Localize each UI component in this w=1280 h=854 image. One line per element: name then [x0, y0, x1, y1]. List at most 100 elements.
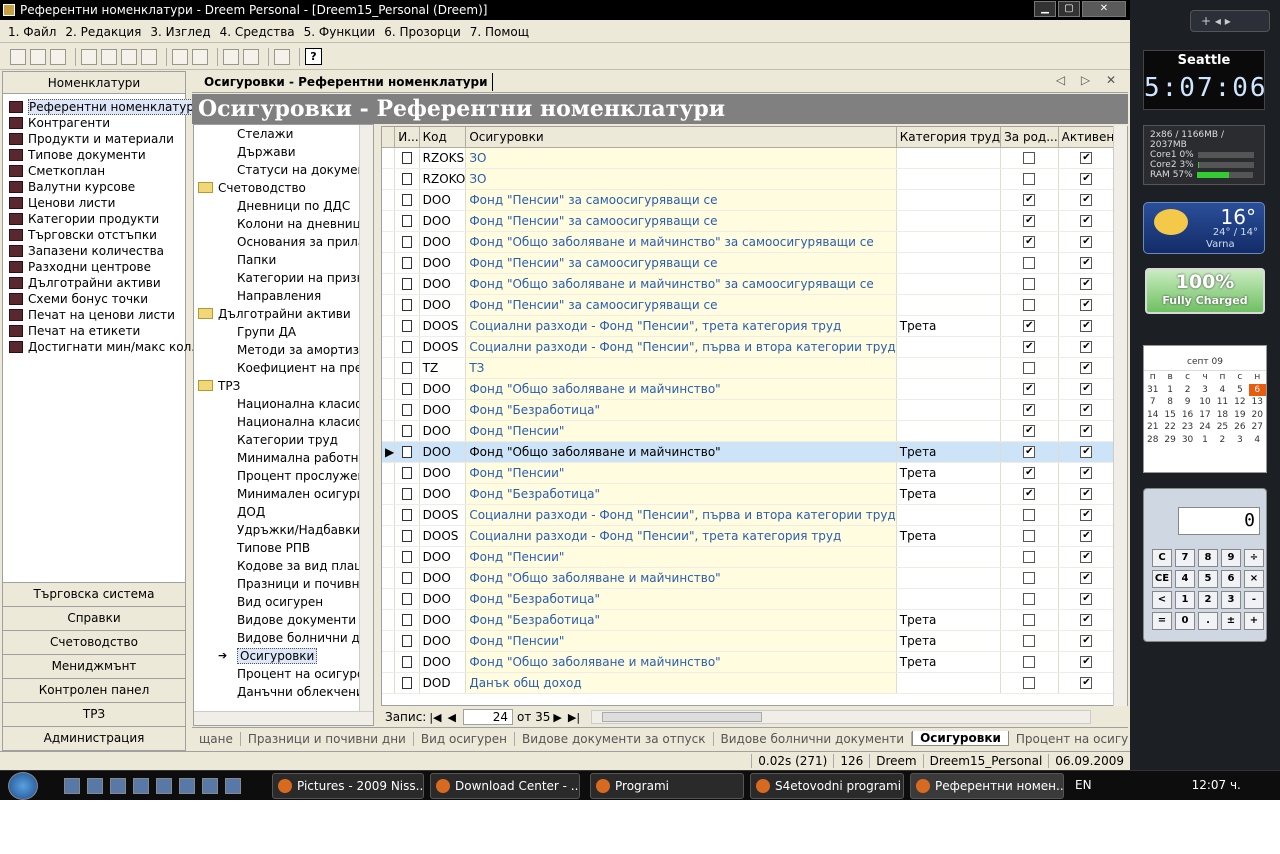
code-cell[interactable]: RZOKO: [419, 168, 467, 190]
table-row[interactable]: DODДанък общ доход✔111212: [382, 672, 1127, 694]
active-checkbox[interactable]: ✔: [1080, 152, 1093, 164]
code-cell[interactable]: DOO: [419, 567, 467, 589]
nav-item[interactable]: Категории продукти: [3, 211, 185, 227]
insurance-cell[interactable]: Фонд "Общо заболяване и майчинство" за с…: [465, 273, 897, 295]
insurance-cell[interactable]: Фонд "Безработица": [465, 399, 897, 421]
tree-node[interactable]: Типове РПВ: [194, 539, 373, 557]
active-checkbox[interactable]: ✔: [1080, 446, 1093, 458]
labor-category-cell[interactable]: [896, 378, 1002, 400]
calculator-key[interactable]: 1: [1175, 591, 1195, 609]
sidebar-toolbar[interactable]: + ◂ ▸: [1190, 10, 1270, 32]
paste-icon[interactable]: [121, 48, 137, 65]
flag-icon[interactable]: [202, 778, 218, 794]
insurance-cell[interactable]: Данък общ доход: [465, 672, 897, 694]
labor-category-cell[interactable]: [896, 231, 1002, 253]
bottom-tab[interactable]: Вид осигурен: [414, 731, 515, 746]
for-kind-checkbox[interactable]: [1023, 677, 1036, 689]
for-kind-checkbox[interactable]: ✔: [1023, 404, 1036, 416]
tree-node[interactable]: Папки: [194, 251, 373, 269]
nav-group-button[interactable]: Справки: [3, 606, 185, 630]
calendar-day[interactable]: 12: [1231, 396, 1248, 409]
table-row[interactable]: DOOФонд "Пенсии"✔550102: [382, 546, 1127, 568]
table-row[interactable]: DOOФонд "Пенсии"Трета✔550101: [382, 630, 1127, 652]
calculator-key[interactable]: 4: [1175, 570, 1195, 588]
table-row[interactable]: DOO Фонд "Общо заболяване и майчинство" Тр…: [382, 651, 1127, 673]
for-kind-checkbox[interactable]: ✔: [1023, 215, 1036, 227]
labor-category-cell[interactable]: [896, 588, 1002, 610]
active-checkbox[interactable]: ✔: [1080, 593, 1093, 605]
active-checkbox[interactable]: ✔: [1080, 341, 1093, 353]
last-record-button[interactable]: ▶|: [568, 711, 580, 724]
insurance-cell[interactable]: Фонд "Пенсии": [465, 420, 897, 442]
labor-category-cell[interactable]: [896, 546, 1002, 568]
code-cell[interactable]: DOO: [419, 399, 467, 421]
calculator-key[interactable]: 6: [1221, 570, 1241, 588]
calendar-day[interactable]: 9: [1179, 396, 1196, 409]
code-cell[interactable]: DOO: [419, 273, 467, 295]
calendar-day[interactable]: 28: [1144, 434, 1161, 447]
for-kind-checkbox[interactable]: ✔: [1023, 320, 1036, 332]
code-cell[interactable]: DOO: [419, 231, 467, 253]
labor-category-cell[interactable]: [896, 357, 1002, 379]
refresh-icon[interactable]: [274, 48, 290, 65]
nav-group-button[interactable]: Администрация: [3, 726, 185, 750]
insurance-cell[interactable]: ЗО: [465, 168, 897, 190]
active-checkbox[interactable]: ✔: [1080, 404, 1093, 416]
code-cell[interactable]: DOO: [419, 630, 467, 652]
insurance-cell[interactable]: Фонд "Безработица": [465, 609, 897, 631]
code-cell[interactable]: DOO: [419, 252, 467, 274]
calculator-key[interactable]: ±: [1221, 612, 1241, 630]
for-kind-checkbox[interactable]: [1023, 656, 1036, 668]
calculator-key[interactable]: CE: [1152, 570, 1172, 588]
code-cell[interactable]: DOO: [419, 651, 467, 673]
nav-item[interactable]: Ценови листи: [3, 195, 185, 211]
tree-node[interactable]: Държави: [194, 143, 373, 161]
calculator-key[interactable]: 2: [1198, 591, 1218, 609]
calculator-key[interactable]: ×: [1244, 570, 1264, 588]
cut-icon[interactable]: [81, 48, 97, 65]
tree-node[interactable]: Направления: [194, 287, 373, 305]
active-checkbox[interactable]: ✔: [1080, 509, 1093, 521]
tree-node[interactable]: Методи за амортизаци: [194, 341, 373, 359]
column-header[interactable]: Активен: [1058, 127, 1116, 148]
table-row[interactable]: RZOKOЗО✔560101: [382, 168, 1127, 190]
calculator-key[interactable]: +: [1244, 612, 1264, 630]
calendar-day[interactable]: 7: [1144, 396, 1161, 409]
calendar-day[interactable]: 26: [1231, 421, 1248, 434]
active-checkbox[interactable]: ✔: [1080, 236, 1093, 248]
calendar-day[interactable]: 30: [1179, 434, 1196, 447]
table-row[interactable]: ▶ DOO Фонд "Общо заболяване и майчинство" Т…: [382, 441, 1127, 463]
active-checkbox[interactable]: ✔: [1080, 530, 1093, 542]
calendar-day[interactable]: 25: [1214, 421, 1231, 434]
code-cell[interactable]: DOO: [419, 546, 467, 568]
start-button[interactable]: [8, 772, 38, 800]
table-row[interactable]: DOOФонд "Общо заболяване и майчинство"✔5…: [382, 567, 1127, 589]
active-checkbox[interactable]: ✔: [1080, 614, 1093, 626]
for-kind-checkbox[interactable]: [1023, 509, 1036, 521]
tree-node[interactable]: Коефициент на преоц: [194, 359, 373, 377]
tree-node[interactable]: Дневници по ДДС: [194, 197, 373, 215]
insurance-cell[interactable]: Фонд "Пенсии" за самоосигуряващи се: [465, 210, 897, 232]
active-checkbox[interactable]: ✔: [1080, 194, 1093, 206]
tree-node[interactable]: Процент на осигурови: [194, 665, 373, 683]
table-row[interactable]: DOOФонд "Безработица"✔✔550132: [382, 399, 1127, 421]
bottom-tab[interactable]: Осигуровки: [912, 731, 1009, 746]
grid-vertical-scrollbar[interactable]: [1113, 126, 1127, 706]
menu-item[interactable]: 1. Файл: [8, 25, 56, 39]
taskbar-button[interactable]: Pictures - 2009 Niss...: [272, 773, 424, 799]
table-row[interactable]: DOO Фонд "Пенсии" за самоосигуряващи се ✔ ✔…: [382, 189, 1127, 211]
nav-item[interactable]: Дълготрайни активи: [3, 275, 185, 291]
calendar-day[interactable]: 4: [1249, 434, 1266, 447]
labor-category-cell[interactable]: [896, 504, 1002, 526]
calendar-day[interactable]: 4: [1214, 384, 1231, 397]
tree-node[interactable]: Категории труд: [194, 431, 373, 449]
nav-item[interactable]: Референтни номенклатури: [3, 99, 203, 115]
labor-category-cell[interactable]: Трета: [896, 441, 1002, 463]
labor-category-cell[interactable]: [896, 252, 1002, 274]
column-header-icon[interactable]: И...: [394, 127, 420, 148]
calendar-day[interactable]: 22: [1161, 421, 1178, 434]
calendar-day[interactable]: 24: [1196, 421, 1213, 434]
window-icon[interactable]: [223, 48, 239, 65]
active-checkbox[interactable]: ✔: [1080, 572, 1093, 584]
table-row[interactable]: DOO Фонд "Общо заболяване и майчинство" з…: [382, 231, 1127, 253]
